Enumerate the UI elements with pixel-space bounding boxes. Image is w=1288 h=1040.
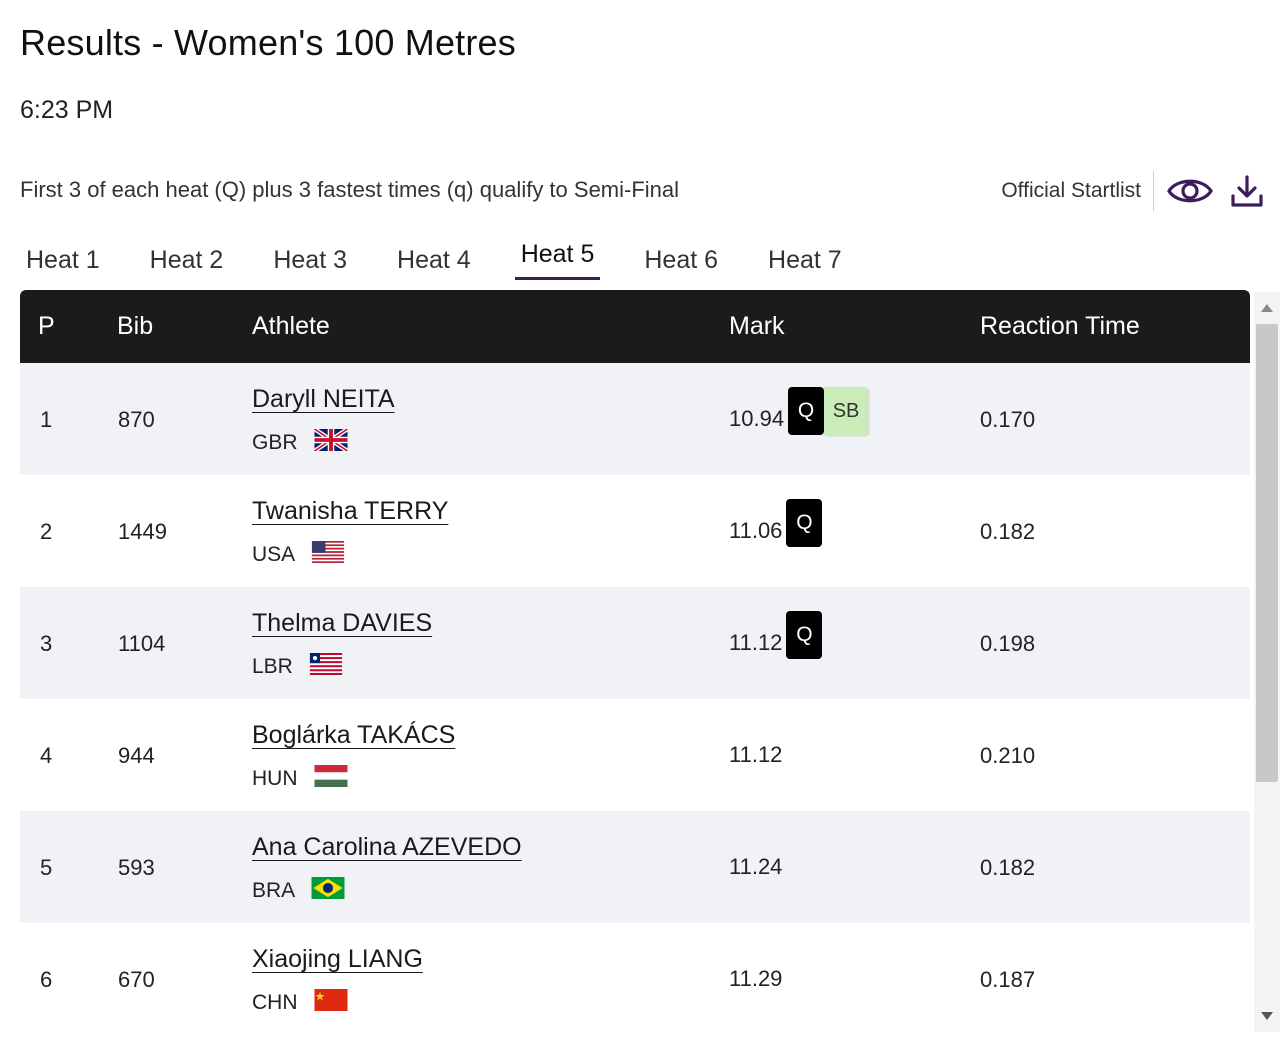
tab-heat-7[interactable]: Heat 7 — [762, 240, 848, 282]
athlete-name-link[interactable]: Daryll NEITA — [252, 385, 395, 414]
mark-value: 11.29 — [729, 966, 783, 991]
tab-heat-3[interactable]: Heat 3 — [267, 240, 353, 282]
mark: 10.94 Q SB — [729, 387, 869, 435]
country-code: HUN — [252, 767, 298, 790]
tab-heat-1[interactable]: Heat 1 — [20, 240, 106, 282]
tab-heat-2[interactable]: Heat 2 — [144, 240, 230, 282]
athlete-name-link[interactable]: Xiaojing LIANG — [252, 945, 423, 974]
season-best-badge: SB — [824, 387, 869, 435]
scroll-down-arrow-icon[interactable] — [1261, 1012, 1273, 1020]
table-row: 5 593 Ana Carolina AZEVEDO BRA 11.24 0.1… — [20, 811, 1250, 923]
reaction-time: 0.182 — [980, 855, 1036, 880]
eye-icon[interactable] — [1160, 168, 1220, 214]
gbr-flag-icon — [312, 427, 349, 457]
mark: 11.06 Q — [729, 499, 823, 547]
bib-number: 1104 — [118, 631, 166, 656]
reaction-time: 0.182 — [980, 519, 1036, 544]
athlete-country: HUN — [252, 765, 348, 793]
position: 4 — [40, 743, 53, 768]
country-code: LBR — [252, 655, 293, 678]
mark-value: 11.12 — [729, 630, 783, 655]
mark-value: 11.24 — [729, 854, 783, 879]
athlete-name-link[interactable]: Boglárka TAKÁCS — [252, 721, 455, 750]
position: 2 — [40, 519, 53, 544]
table-row: 2 1449 Twanisha TERRY USA 11.06 Q 0.182 — [20, 475, 1250, 587]
event-time: 6:23 PM — [20, 96, 114, 124]
athlete-country: BRA — [252, 877, 345, 905]
reaction-time: 0.187 — [980, 967, 1036, 992]
scroll-up-arrow-icon[interactable] — [1261, 304, 1273, 312]
column-header-position: P — [38, 312, 55, 340]
country-code: BRA — [252, 879, 296, 902]
country-code: GBR — [252, 431, 298, 454]
tab-heat-4[interactable]: Heat 4 — [391, 240, 477, 282]
mark-value: 11.06 — [729, 518, 783, 543]
athlete-name-link[interactable]: Ana Carolina AZEVEDO — [252, 833, 522, 862]
column-header-bib: Bib — [117, 312, 154, 340]
bib-number: 593 — [118, 855, 155, 880]
page-title: Results - Women's 100 Metres — [20, 22, 516, 63]
chn-flag-icon — [314, 989, 348, 1017]
position: 1 — [40, 407, 53, 432]
reaction-time: 0.170 — [980, 407, 1036, 432]
bib-number: 870 — [118, 407, 155, 432]
qualification-note: First 3 of each heat (Q) plus 3 fastest … — [20, 177, 680, 202]
column-header-athlete: Athlete — [252, 312, 330, 340]
results-page: Results - Women's 100 Metres 6:23 PM Fir… — [0, 0, 1288, 1040]
mark: 11.29 — [729, 963, 782, 995]
bib-number: 670 — [118, 967, 155, 992]
column-header-mark: Mark — [729, 312, 785, 340]
heat-tabs: Heat 1 Heat 2 Heat 3 Heat 4 Heat 5 Heat … — [20, 240, 886, 284]
qualified-badge: Q — [786, 611, 823, 659]
mark-value: 10.94 — [729, 406, 785, 431]
mark: 11.12 Q — [729, 611, 823, 659]
startlist-actions: Official Startlist — [1001, 168, 1270, 214]
qualified-badge: Q — [788, 387, 825, 435]
athlete-country: CHN — [252, 989, 348, 1017]
mark-value: 11.12 — [729, 742, 783, 767]
country-code: CHN — [252, 991, 298, 1014]
reaction-time: 0.210 — [980, 743, 1036, 768]
athlete-country: GBR — [252, 427, 349, 457]
tab-heat-5[interactable]: Heat 5 — [514, 234, 601, 280]
athlete-country: USA — [252, 541, 345, 569]
tab-heat-6[interactable]: Heat 6 — [638, 240, 724, 282]
table-row: 1 870 Daryll NEITA GBR 10.94 Q SB 0.170 — [20, 363, 1250, 475]
bra-flag-icon — [311, 877, 345, 905]
position: 6 — [40, 967, 53, 992]
bib-number: 1449 — [118, 519, 167, 544]
column-header-reaction-time: Reaction Time — [980, 312, 1140, 340]
position: 3 — [40, 631, 53, 656]
results-table: P Bib Athlete Mark Reaction Time 1 870 D… — [20, 290, 1250, 1040]
mark: 11.24 — [729, 851, 782, 883]
table-row: 6 670 Xiaojing LIANG CHN 11.29 0.187 — [20, 923, 1250, 1035]
download-icon[interactable] — [1224, 168, 1270, 214]
position: 5 — [40, 855, 53, 880]
usa-flag-icon — [311, 541, 345, 569]
bib-number: 944 — [118, 743, 155, 768]
vertical-scrollbar[interactable] — [1254, 292, 1280, 1032]
mark: 11.12 — [729, 739, 782, 771]
athlete-name-link[interactable]: Twanisha TERRY — [252, 497, 448, 526]
table-row: 3 1104 Thelma DAVIES LBR 11.12 Q 0.198 — [20, 587, 1250, 699]
country-code: USA — [252, 543, 296, 566]
athlete-name-link[interactable]: Thelma DAVIES — [252, 609, 432, 638]
lbr-flag-icon — [309, 653, 343, 681]
table-header: P Bib Athlete Mark Reaction Time — [20, 290, 1250, 363]
reaction-time: 0.198 — [980, 631, 1036, 656]
official-startlist-label: Official Startlist — [1001, 171, 1154, 211]
athlete-country: LBR — [252, 653, 343, 681]
scroll-thumb[interactable] — [1256, 324, 1278, 782]
hun-flag-icon — [314, 765, 348, 793]
table-row: 4 944 Boglárka TAKÁCS HUN 11.12 0.210 — [20, 699, 1250, 811]
qualified-badge: Q — [786, 499, 823, 547]
